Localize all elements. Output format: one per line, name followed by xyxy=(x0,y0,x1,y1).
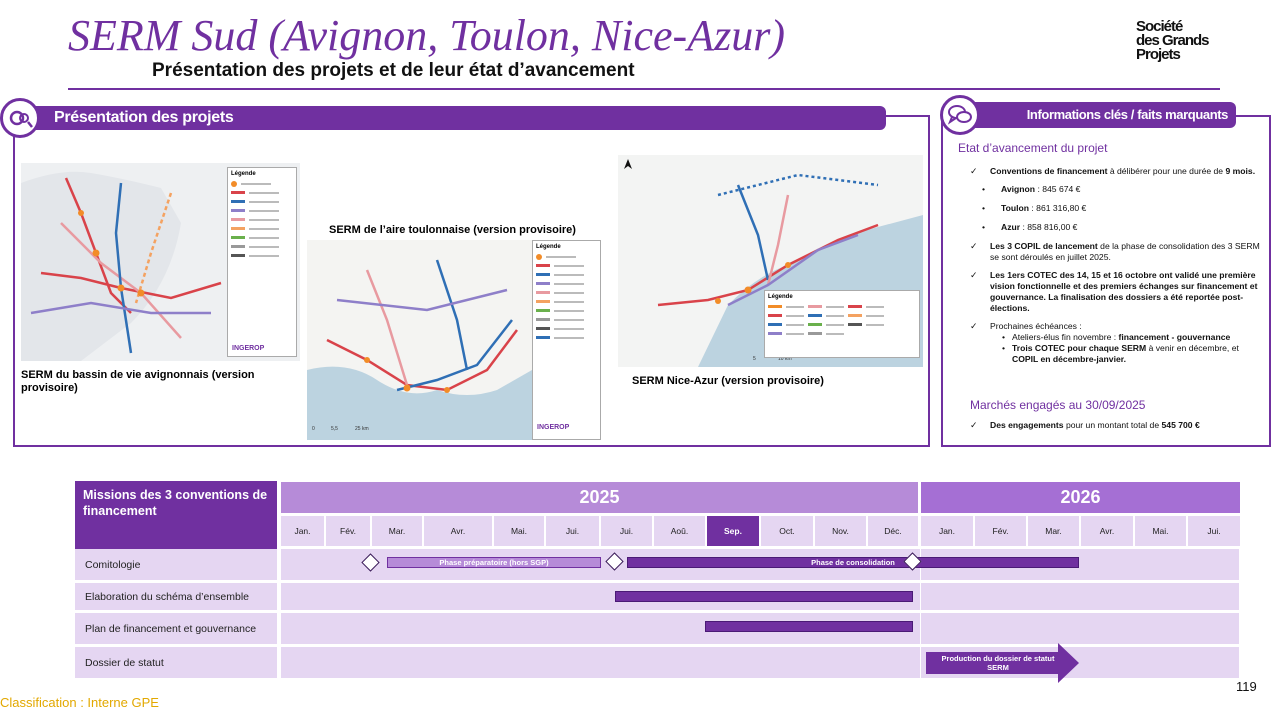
gantt-month-cell: Jui. xyxy=(1188,516,1240,546)
check-icon: ✓ xyxy=(970,321,978,331)
gantt-row-label: Dossier de statut xyxy=(75,647,277,678)
nice-map-caption: SERM Nice-Azur (version provisoire) xyxy=(632,375,824,387)
gantt-month-cell: Avr. xyxy=(1081,516,1133,546)
avignon-map: Légende INGEROP xyxy=(21,163,300,361)
svg-text:0: 0 xyxy=(312,426,315,432)
gantt-row-area xyxy=(281,647,1239,678)
schema-ensemble-bar xyxy=(615,591,913,602)
svg-text:5,5: 5,5 xyxy=(331,426,338,432)
gantt-year-2025: 2025 xyxy=(281,482,918,513)
list-item: • Avignon : 845 674 € xyxy=(982,184,1081,194)
svg-text:25 km: 25 km xyxy=(355,426,369,432)
financement-gouvernance-bar xyxy=(705,621,913,632)
check-icon: ✓ xyxy=(970,420,978,430)
list-item: ✓ Les 1ers COTEC des 14, 15 et 16 octobr… xyxy=(970,270,1258,313)
gantt-missions-header: Missions des 3 conventions de financemen… xyxy=(75,481,277,551)
phase-preparatoire-bar: Phase préparatoire (hors SGP) xyxy=(387,557,601,568)
title-divider xyxy=(68,88,1220,90)
list-item: ✓ Des engagements pour un montant total … xyxy=(970,420,1200,430)
gantt-row-label: Plan de financement et gouvernance xyxy=(75,613,277,644)
gantt-month-cell: Déc. xyxy=(868,516,918,546)
gantt-month-cell: Jui. xyxy=(601,516,652,546)
gantt-month-cell: Aoû. xyxy=(654,516,705,546)
gantt-month-cell: Mar. xyxy=(372,516,422,546)
production-label: Production du dossier de statut SERM xyxy=(941,654,1055,672)
magnifier-icon xyxy=(0,98,40,138)
avignon-map-legend: Légende INGEROP xyxy=(227,167,297,357)
list-item: • Ateliers-élus fin novembre : financemen… xyxy=(1002,332,1231,342)
gantt-month-cell: Sep. xyxy=(707,516,759,546)
speech-bubbles-icon xyxy=(940,95,980,135)
gantt-month-cell: Mai. xyxy=(1135,516,1186,546)
status-heading: Etat d’avancement du projet xyxy=(958,141,1108,155)
gantt-month-cell: Nov. xyxy=(815,516,866,546)
toulon-map-legend: Légende INGEROP xyxy=(532,240,601,440)
page-subtitle: Présentation des projets et de leur état… xyxy=(152,60,635,81)
classification-label: Classification : Interne GPE xyxy=(0,695,159,710)
nice-map: 5 10 km Légende xyxy=(618,155,923,367)
sgp-logo: Société des Grands Projets xyxy=(1136,18,1210,63)
svg-text:5: 5 xyxy=(753,356,756,362)
gantt-month-cell: Oct. xyxy=(761,516,813,546)
gantt-month-cell: Mar. xyxy=(1028,516,1079,546)
gantt-year-2026: 2026 xyxy=(921,482,1240,513)
status-list: ✓ Conventions de financement à délibérer… xyxy=(970,166,1260,365)
gantt-month-cell: Fév. xyxy=(975,516,1026,546)
gantt-month-cell: Fév. xyxy=(326,516,370,546)
check-icon: ✓ xyxy=(970,166,978,176)
list-item: ✓ Prochaines échéances : xyxy=(970,321,1082,331)
check-icon: ✓ xyxy=(970,241,978,251)
list-item: ✓ Conventions de financement à délibérer… xyxy=(970,166,1256,176)
check-icon: ✓ xyxy=(970,270,978,280)
gantt-row-label: Comitologie xyxy=(75,549,277,580)
list-item: • Azur : 858 816,00 € xyxy=(982,222,1078,232)
nice-map-legend: Légende xyxy=(764,290,920,358)
list-item: ✓ Les 3 COPIL de lancement de la phase d… xyxy=(970,241,1260,262)
avignon-map-caption: SERM du bassin de vie avignonnais (versi… xyxy=(21,369,255,394)
year-divider xyxy=(920,549,921,678)
gantt-row-label: Elaboration du schéma d’ensemble xyxy=(75,583,277,610)
page-title: SERM Sud (Avignon, Toulon, Nice-Azur) xyxy=(68,11,785,60)
list-item: • Toulon : 861 316,80 € xyxy=(982,203,1087,213)
contracts-list: ✓ Des engagements pour un montant total … xyxy=(970,420,1260,438)
phase-consolidation-bar: Phase de consolidation xyxy=(627,557,1079,568)
gantt-month-cell: Jui. xyxy=(546,516,599,546)
toulon-map: 0 5,5 25 km Légende INGEROP xyxy=(307,240,601,440)
projects-banner: Présentation des projets xyxy=(20,106,886,130)
gantt-month-cell: Avr. xyxy=(424,516,492,546)
gantt-month-cell: Jan. xyxy=(281,516,324,546)
info-banner: Informations clés / faits marquants xyxy=(966,102,1236,128)
toulon-map-caption: SERM de l’aire toulonnaise (version prov… xyxy=(329,224,576,236)
page-number: 119 xyxy=(1236,679,1257,694)
gantt-month-cell: Mai. xyxy=(494,516,544,546)
gantt-month-cell: Jan. xyxy=(921,516,973,546)
contracts-heading: Marchés engagés au 30/09/2025 xyxy=(970,398,1146,412)
list-item: • Trois COTEC pour chaque SERM à venir en… xyxy=(1002,343,1239,364)
